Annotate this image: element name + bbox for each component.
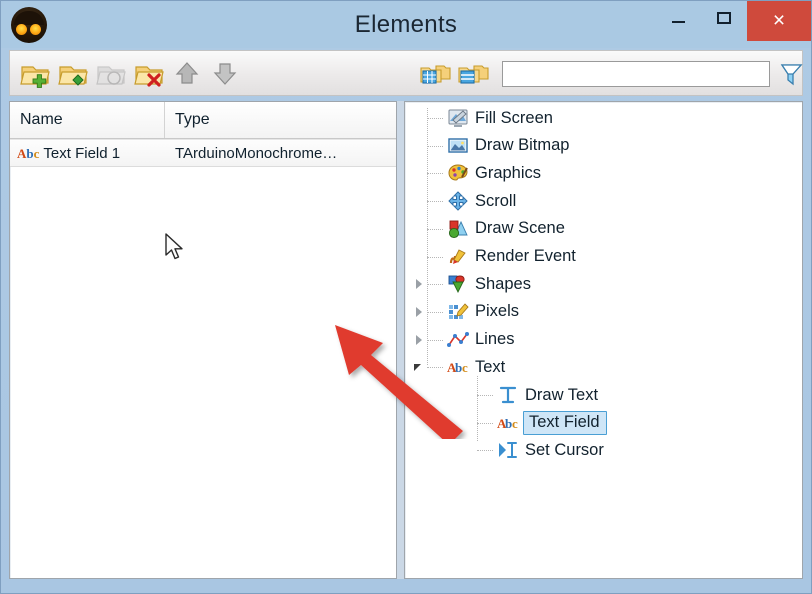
shapes-icon bbox=[447, 274, 469, 294]
close-icon: × bbox=[772, 9, 786, 32]
tree-item-label: Shapes bbox=[475, 274, 531, 293]
tree-item-draw-bitmap[interactable]: Draw Bitmap bbox=[413, 133, 569, 159]
tree-item-render-event[interactable]: Render Event bbox=[413, 244, 576, 270]
draw-text-icon bbox=[497, 385, 519, 405]
folder-expand-icon bbox=[420, 65, 451, 84]
search-input-wrapper[interactable] bbox=[502, 61, 770, 87]
tree-item-label: Draw Bitmap bbox=[475, 136, 570, 155]
tree-spine-text-children bbox=[477, 376, 478, 442]
panel-splitter[interactable] bbox=[397, 101, 404, 579]
tree-item-label: Pixels bbox=[475, 302, 520, 321]
tree-item-label: Set Cursor bbox=[525, 440, 604, 459]
abc-icon: Abc bbox=[497, 413, 519, 433]
tree-expander-placeholder bbox=[413, 139, 427, 153]
expand-all-button[interactable] bbox=[416, 54, 454, 92]
element-types-tree-panel: Fill Screen Draw Bitmap Graphics Scroll Draw… bbox=[404, 101, 803, 579]
fill-screen-icon bbox=[447, 108, 469, 128]
toolbar-right-group bbox=[416, 51, 492, 95]
element-types-tree: Fill Screen Draw Bitmap Graphics Scroll Draw… bbox=[405, 102, 802, 578]
toolbar bbox=[9, 50, 803, 96]
tree-expander-placeholder bbox=[413, 111, 427, 125]
render-event-icon bbox=[447, 247, 469, 267]
tree-item-text-field[interactable]: Ab c Text Field bbox=[463, 410, 607, 436]
tree-item-draw-scene[interactable]: Draw Scene bbox=[413, 216, 565, 242]
title-bar: Elements × bbox=[1, 1, 811, 48]
folder-copy-icon bbox=[96, 66, 126, 85]
tree-expander-placeholder bbox=[413, 194, 427, 208]
tree-expander-collapsed-icon[interactable] bbox=[413, 305, 427, 319]
add-element-button[interactable] bbox=[16, 54, 54, 92]
copy-element-button bbox=[92, 54, 130, 92]
tree-item-fill-screen[interactable]: Fill Screen bbox=[413, 105, 553, 131]
tree-item-label: Lines bbox=[475, 330, 515, 349]
delete-element-button[interactable] bbox=[130, 54, 168, 92]
elements-window: Elements × Name Type Abc Text Field 1 TA… bbox=[0, 0, 812, 594]
tree-expander-collapsed-icon[interactable] bbox=[413, 277, 427, 291]
tree-expander-collapsed-icon[interactable] bbox=[413, 333, 427, 347]
tree-item-lines[interactable]: Lines bbox=[413, 327, 514, 353]
elements-grid-panel: Name Type Abc Text Field 1 TArduinoMonoc… bbox=[9, 101, 397, 579]
abc-icon: Abc bbox=[447, 357, 469, 377]
folder-add-icon bbox=[20, 66, 50, 88]
arrow-up-icon bbox=[175, 62, 199, 84]
tree-item-shapes[interactable]: Shapes bbox=[413, 271, 531, 297]
tree-item-label: Scroll bbox=[475, 191, 517, 210]
svg-text:c: c bbox=[462, 360, 468, 375]
filter-button[interactable] bbox=[776, 59, 806, 89]
edit-element-button[interactable] bbox=[54, 54, 92, 92]
arrow-down-icon bbox=[213, 63, 237, 85]
folder-edit-icon bbox=[58, 66, 88, 86]
tree-expander-placeholder bbox=[413, 166, 427, 180]
cell-type: TArduinoMonochrome… bbox=[175, 144, 338, 162]
tree-item-label: Fill Screen bbox=[475, 108, 553, 127]
pixels-icon bbox=[447, 302, 469, 322]
table-row[interactable]: Abc Text Field 1 TArduinoMonochrome… bbox=[10, 139, 396, 167]
move-up-button[interactable] bbox=[168, 54, 206, 92]
draw-scene-icon bbox=[447, 219, 469, 239]
minimize-icon bbox=[671, 21, 685, 23]
abc-icon: Abc bbox=[17, 145, 40, 161]
tree-spine-root bbox=[427, 108, 428, 366]
tree-item-label: Render Event bbox=[475, 247, 576, 265]
tree-expander-placeholder bbox=[413, 250, 427, 264]
set-cursor-icon bbox=[497, 440, 519, 460]
tree-item-label: Text bbox=[475, 357, 506, 376]
svg-text:c: c bbox=[512, 416, 518, 431]
graphics-icon bbox=[447, 163, 469, 183]
tree-item-graphics[interactable]: Graphics bbox=[413, 160, 541, 186]
window-controls: × bbox=[655, 1, 811, 41]
folder-collapse-icon bbox=[458, 65, 489, 84]
folder-delete-icon bbox=[134, 66, 164, 87]
lines-icon bbox=[447, 330, 469, 350]
tree-item-label: Text Field bbox=[523, 410, 607, 435]
maximize-button[interactable] bbox=[701, 1, 747, 35]
tree-item-scroll[interactable]: Scroll bbox=[413, 188, 516, 214]
move-down-button[interactable] bbox=[206, 54, 244, 92]
tree-expander-placeholder bbox=[463, 443, 477, 457]
maximize-icon bbox=[717, 12, 731, 24]
minimize-button[interactable] bbox=[655, 1, 701, 35]
tree-item-draw-text[interactable]: Draw Text bbox=[463, 382, 598, 408]
tree-expander-placeholder bbox=[463, 416, 477, 430]
row-name-text: Text Field 1 bbox=[43, 144, 121, 162]
tree-expander-expanded-icon[interactable] bbox=[413, 360, 427, 374]
draw-bitmap-icon bbox=[447, 136, 469, 156]
column-header-type[interactable]: Type bbox=[165, 102, 396, 138]
column-header-name[interactable]: Name bbox=[10, 102, 165, 138]
tree-expander-placeholder bbox=[463, 388, 477, 402]
close-button[interactable]: × bbox=[747, 1, 811, 41]
scroll-icon bbox=[447, 191, 469, 211]
tree-item-label: Graphics bbox=[475, 163, 542, 182]
grid-header: Name Type bbox=[10, 102, 396, 139]
funnel-icon bbox=[780, 64, 803, 86]
tree-item-label: Draw Text bbox=[525, 385, 599, 404]
search-input[interactable] bbox=[503, 62, 769, 86]
cell-name: Abc Text Field 1 bbox=[10, 145, 165, 162]
tree-item-pixels[interactable]: Pixels bbox=[413, 299, 519, 325]
toolbar-left-group bbox=[16, 51, 244, 95]
collapse-all-button[interactable] bbox=[454, 54, 492, 92]
tree-item-label: Draw Scene bbox=[475, 219, 565, 238]
tree-item-set-cursor[interactable]: Set Cursor bbox=[463, 437, 604, 463]
tree-expander-placeholder bbox=[413, 222, 427, 236]
